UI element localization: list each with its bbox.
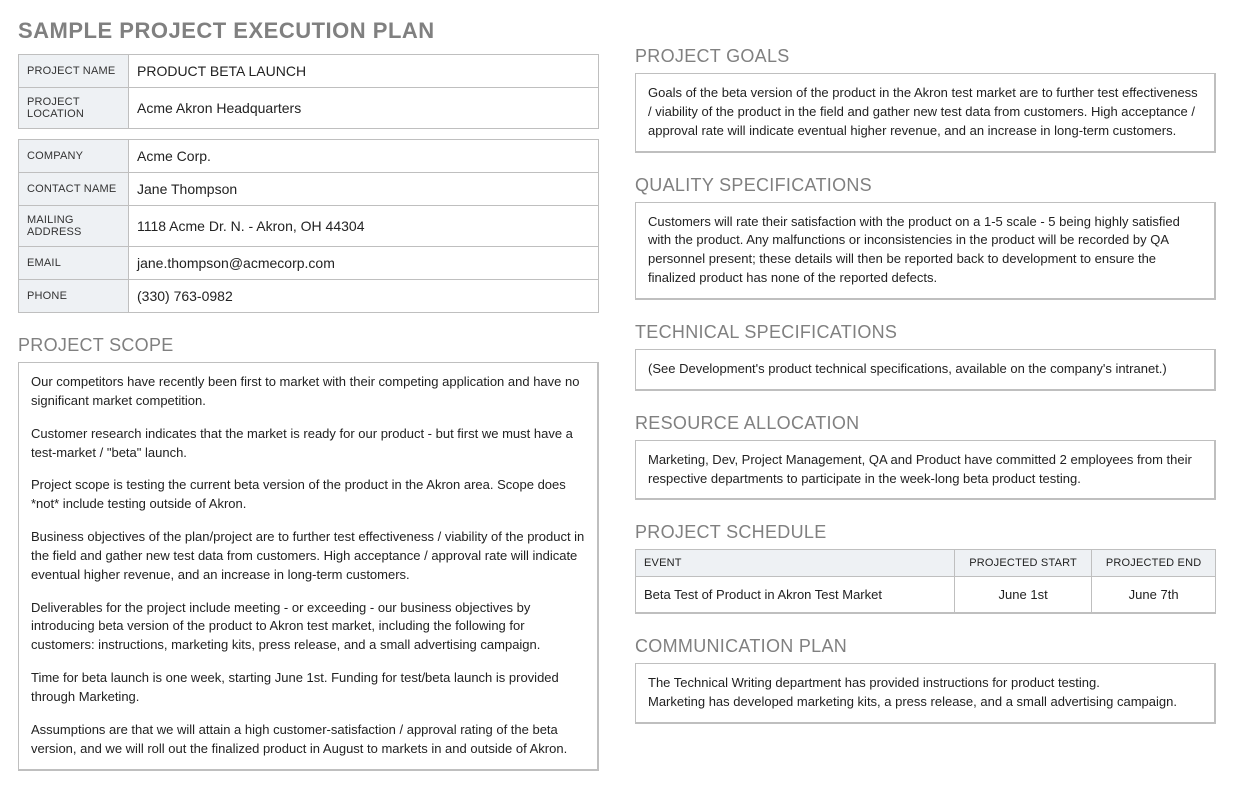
contact-table: COMPANY Acme Corp. CONTACT NAME Jane Tho… — [18, 139, 599, 313]
left-column: SAMPLE PROJECT EXECUTION PLAN PROJECT NA… — [18, 18, 599, 771]
right-column: PROJECT GOALS Goals of the beta version … — [635, 18, 1216, 771]
goals-text: Goals of the beta version of the product… — [648, 84, 1202, 141]
schedule-table: EVENT PROJECTED START PROJECTED END Beta… — [635, 549, 1216, 614]
scope-paragraph: Deliverables for the project include mee… — [31, 599, 585, 656]
technical-spec-heading: TECHNICAL SPECIFICATIONS — [635, 322, 1216, 343]
company-value: Acme Corp. — [129, 140, 599, 173]
project-scope-box: Our competitors have recently been first… — [18, 362, 599, 771]
project-table: PROJECT NAME PRODUCT BETA LAUNCH PROJECT… — [18, 54, 599, 129]
resource-alloc-heading: RESOURCE ALLOCATION — [635, 413, 1216, 434]
quality-text: Customers will rate their satisfaction w… — [648, 213, 1202, 288]
table-header-row: EVENT PROJECTED START PROJECTED END — [636, 550, 1216, 577]
project-location-label: PROJECT LOCATION — [19, 88, 129, 129]
schedule-event-header: EVENT — [636, 550, 955, 577]
table-row: MAILING ADDRESS 1118 Acme Dr. N. - Akron… — [19, 206, 599, 247]
resource-alloc-box: Marketing, Dev, Project Management, QA a… — [635, 440, 1216, 501]
project-scope-heading: PROJECT SCOPE — [18, 335, 599, 356]
scope-paragraph: Project scope is testing the current bet… — [31, 476, 585, 514]
scope-paragraph: Business objectives of the plan/project … — [31, 528, 585, 585]
communication-plan-heading: COMMUNICATION PLAN — [635, 636, 1216, 657]
page-container: SAMPLE PROJECT EXECUTION PLAN PROJECT NA… — [18, 18, 1216, 771]
schedule-event-value: Beta Test of Product in Akron Test Marke… — [636, 577, 955, 614]
contact-name-label: CONTACT NAME — [19, 173, 129, 206]
contact-name-value: Jane Thompson — [129, 173, 599, 206]
project-name-label: PROJECT NAME — [19, 55, 129, 88]
quality-spec-box: Customers will rate their satisfaction w… — [635, 202, 1216, 300]
project-schedule-heading: PROJECT SCHEDULE — [635, 522, 1216, 543]
scope-paragraph: Time for beta launch is one week, starti… — [31, 669, 585, 707]
phone-value: (330) 763-0982 — [129, 280, 599, 313]
page-title: SAMPLE PROJECT EXECUTION PLAN — [18, 18, 599, 44]
project-location-value: Acme Akron Headquarters — [129, 88, 599, 129]
project-goals-box: Goals of the beta version of the product… — [635, 73, 1216, 153]
table-row: PHONE (330) 763-0982 — [19, 280, 599, 313]
email-value: jane.thompson@acmecorp.com — [129, 247, 599, 280]
scope-paragraph: Our competitors have recently been first… — [31, 373, 585, 411]
mailing-address-label: MAILING ADDRESS — [19, 206, 129, 247]
table-row: PROJECT NAME PRODUCT BETA LAUNCH — [19, 55, 599, 88]
company-label: COMPANY — [19, 140, 129, 173]
technical-text: (See Development's product technical spe… — [648, 360, 1202, 379]
schedule-end-header: PROJECTED END — [1092, 550, 1216, 577]
comm-line: The Technical Writing department has pro… — [648, 674, 1202, 693]
table-row: Beta Test of Product in Akron Test Marke… — [636, 577, 1216, 614]
table-row: CONTACT NAME Jane Thompson — [19, 173, 599, 206]
resource-text: Marketing, Dev, Project Management, QA a… — [648, 451, 1202, 489]
quality-spec-heading: QUALITY SPECIFICATIONS — [635, 175, 1216, 196]
project-goals-heading: PROJECT GOALS — [635, 46, 1216, 67]
email-label: EMAIL — [19, 247, 129, 280]
table-row: COMPANY Acme Corp. — [19, 140, 599, 173]
project-name-value: PRODUCT BETA LAUNCH — [129, 55, 599, 88]
technical-spec-box: (See Development's product technical spe… — [635, 349, 1216, 391]
schedule-start-header: PROJECTED START — [955, 550, 1092, 577]
scope-paragraph: Customer research indicates that the mar… — [31, 425, 585, 463]
mailing-address-value: 1118 Acme Dr. N. - Akron, OH 44304 — [129, 206, 599, 247]
table-row: PROJECT LOCATION Acme Akron Headquarters — [19, 88, 599, 129]
table-row: EMAIL jane.thompson@acmecorp.com — [19, 247, 599, 280]
scope-paragraph: Assumptions are that we will attain a hi… — [31, 721, 585, 759]
schedule-start-value: June 1st — [955, 577, 1092, 614]
phone-label: PHONE — [19, 280, 129, 313]
schedule-end-value: June 7th — [1092, 577, 1216, 614]
comm-line: Marketing has developed marketing kits, … — [648, 693, 1202, 712]
communication-plan-box: The Technical Writing department has pro… — [635, 663, 1216, 724]
